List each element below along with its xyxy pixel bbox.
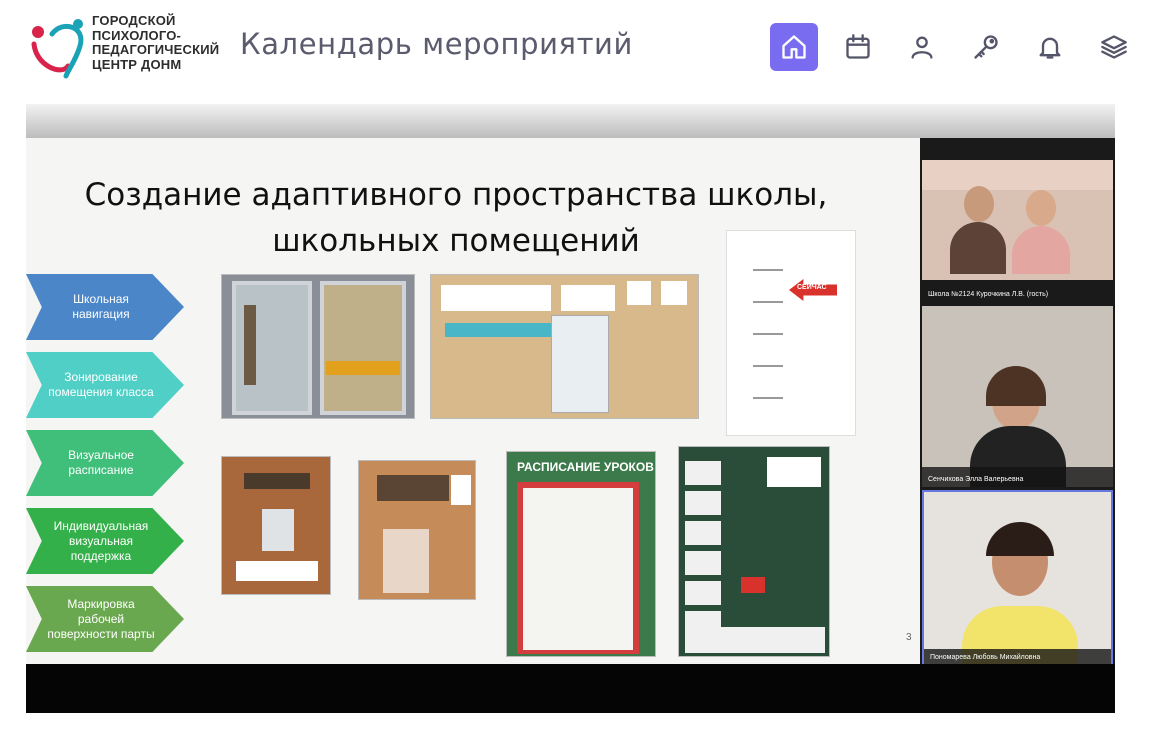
participant-tile[interactable]: Школа №2124 Курочкина Л.В. (гость)	[922, 160, 1113, 302]
participant-name: Сенчихова Элла Валерьевна	[928, 476, 1024, 483]
video-bottom-bar	[26, 664, 1115, 713]
participant-name: Пономарева Любовь Михайловна	[930, 654, 1041, 661]
step-desk-marking: Маркировка рабочей поверхности парты	[26, 586, 184, 652]
photo-door-sign-1	[221, 456, 331, 595]
home-icon	[782, 35, 806, 59]
nav-layers-button[interactable]	[1090, 23, 1138, 71]
nav-access-button[interactable]	[962, 23, 1010, 71]
photo-lesson-schedule: РАСПИСАНИЕ УРОКОВ	[506, 451, 656, 657]
photo-school-doors	[221, 274, 415, 419]
layers-icon	[1101, 35, 1127, 59]
step-individual-support: Индивидуальная визуальная поддержка	[26, 508, 184, 574]
logo-heart-icon	[31, 19, 84, 79]
photo-desk-cards	[430, 274, 699, 419]
user-icon	[911, 36, 933, 59]
photo-chalkboard-schedule	[678, 446, 830, 657]
page-title: Календарь мероприятий	[240, 27, 633, 61]
schedule-title: РАСПИСАНИЕ УРОКОВ	[517, 460, 654, 474]
nav-notifications-button[interactable]	[1026, 23, 1074, 71]
photo-vertical-card-strip: СЕЙЧАС	[726, 230, 856, 436]
top-nav	[770, 23, 1138, 71]
slide-page-number: 3	[906, 632, 912, 643]
participant-tile-active-speaker[interactable]: Пономарева Любовь Михайловна	[922, 490, 1113, 667]
shared-slide: Создание адаптивного пространства школы,…	[26, 138, 920, 664]
calendar-icon	[846, 34, 870, 59]
key-icon	[974, 35, 998, 59]
photo-door-sign-2	[358, 460, 476, 600]
app-header: ГОРОДСКОЙ ПСИХОЛОГО- ПЕДАГОГИЧЕСКИЙ ЦЕНТ…	[0, 0, 1150, 96]
step-zoning: Зонирование помещения класса	[26, 352, 184, 418]
logo-text: ГОРОДСКОЙ ПСИХОЛОГО- ПЕДАГОГИЧЕСКИЙ ЦЕНТ…	[92, 13, 220, 72]
step-visual-schedule: Визуальное расписание	[26, 430, 184, 496]
now-badge: СЕЙЧАС	[797, 284, 827, 291]
video-stream[interactable]: Создание адаптивного пространства школы,…	[26, 104, 1115, 713]
step-navigation: Школьная навигация	[26, 274, 184, 340]
bell-icon	[1039, 37, 1061, 59]
video-top-bar	[26, 104, 1115, 138]
nav-home-button[interactable]	[770, 23, 818, 71]
participant-name: Школа №2124 Курочкина Л.В. (гость)	[928, 291, 1049, 298]
participant-tile[interactable]: Сенчихова Элла Валерьевна	[922, 306, 1113, 487]
nav-profile-button[interactable]	[898, 23, 946, 71]
logo[interactable]: ГОРОДСКОЙ ПСИХОЛОГО- ПЕДАГОГИЧЕСКИЙ ЦЕНТ…	[28, 13, 223, 80]
nav-calendar-button[interactable]	[834, 23, 882, 71]
